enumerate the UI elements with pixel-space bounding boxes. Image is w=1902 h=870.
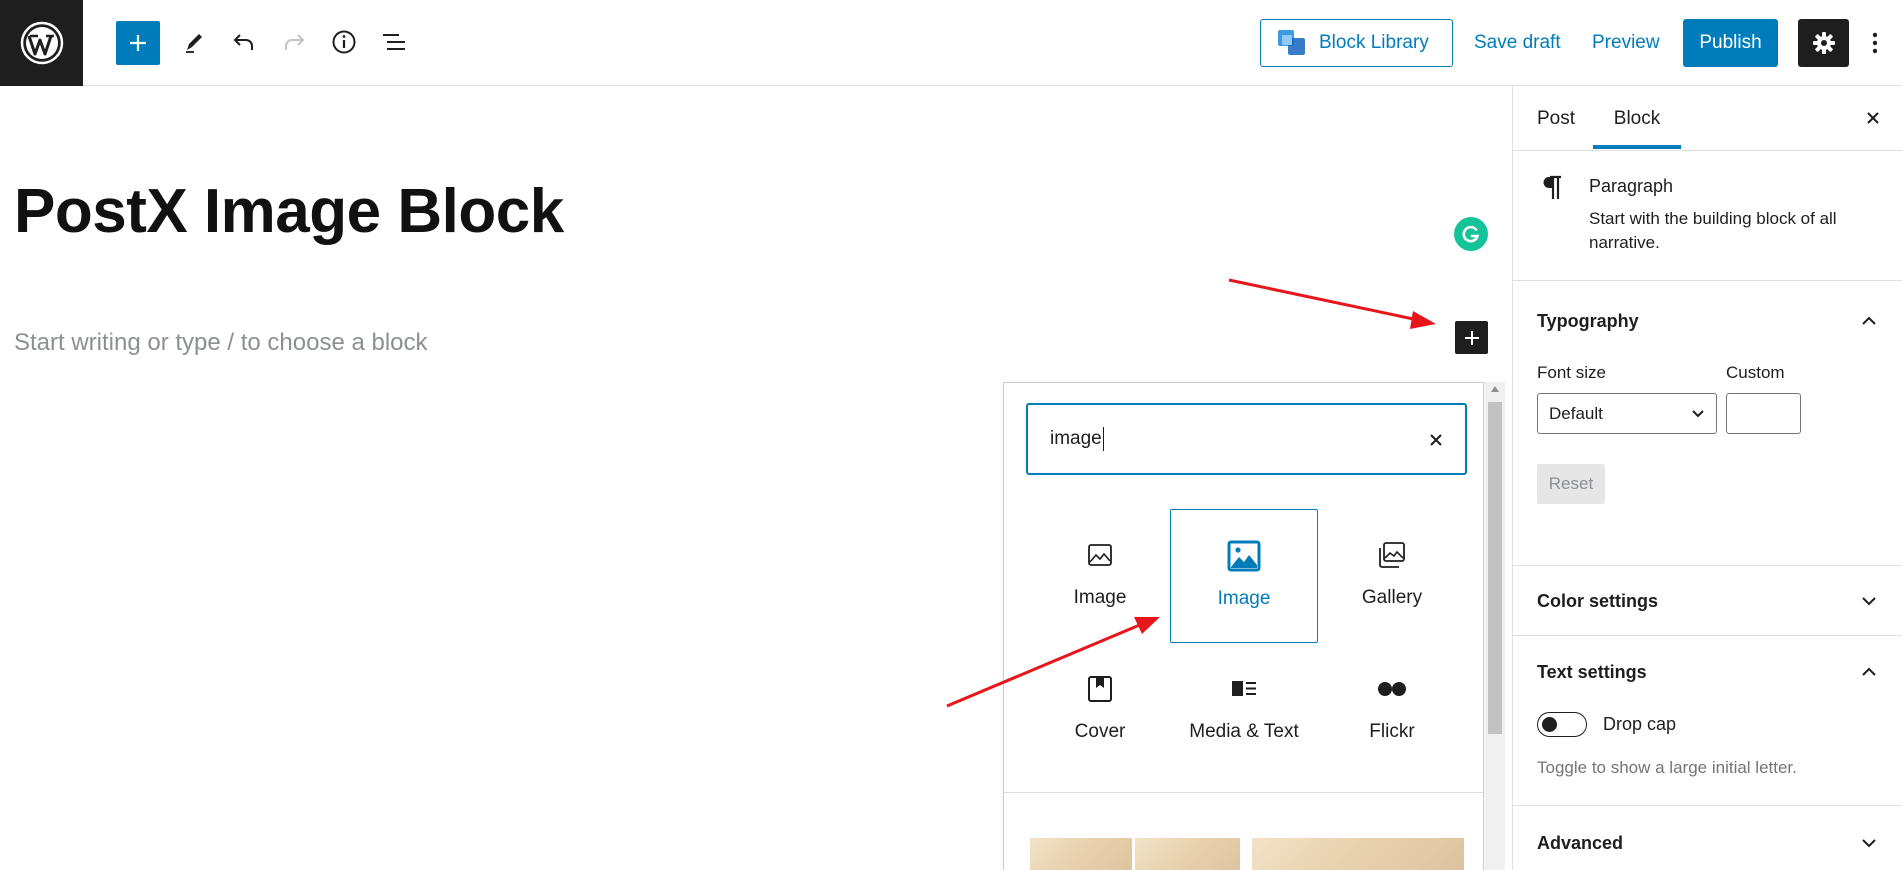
pattern-preview-thumbnail[interactable]: [1252, 838, 1464, 870]
block-library-icon: [1278, 30, 1305, 55]
tab-block[interactable]: Block: [1593, 86, 1681, 151]
drop-cap-help: Toggle to show a large initial letter.: [1537, 758, 1797, 777]
publish-button[interactable]: Publish: [1683, 19, 1778, 67]
list-view-icon: [383, 34, 405, 50]
chevron-down-icon[interactable]: [1861, 838, 1877, 848]
block-option-media-text[interactable]: Media & Text: [1170, 643, 1318, 777]
drop-cap-toggle[interactable]: [1537, 712, 1587, 737]
more-vertical-icon: [1872, 32, 1878, 54]
text-settings-panel: Text settings Drop cap Toggle to show a …: [1513, 636, 1902, 806]
post-title[interactable]: PostX Image Block: [14, 177, 564, 246]
inserter-scrollbar[interactable]: [1485, 382, 1505, 870]
list-view-button[interactable]: [372, 20, 416, 64]
options-menu-button[interactable]: [1862, 19, 1888, 67]
settings-sidebar: Post Block Paragraph Start with the buil…: [1512, 86, 1902, 870]
block-option-label: Flickr: [1369, 721, 1415, 742]
font-size-select-value: Default: [1549, 403, 1603, 423]
block-option-label: Image: [1217, 588, 1271, 609]
editor-header: Block Library Save draft Preview Publish: [0, 0, 1902, 86]
gear-icon: [1812, 32, 1835, 54]
paragraph-placeholder[interactable]: Start writing or type / to choose a bloc…: [14, 329, 428, 357]
paragraph-icon: [1543, 175, 1561, 199]
active-tab-indicator: [1593, 145, 1681, 149]
annotation-arrow-icon: [1228, 278, 1436, 329]
block-inserter-toggle-button[interactable]: [116, 21, 160, 65]
details-button[interactable]: [322, 20, 366, 64]
custom-size-input[interactable]: [1726, 393, 1801, 434]
block-option-label: Media & Text: [1189, 721, 1299, 742]
preview-button[interactable]: Preview: [1592, 19, 1660, 67]
block-option-image[interactable]: Image: [1026, 509, 1174, 643]
settings-button[interactable]: [1798, 19, 1849, 67]
close-sidebar-button[interactable]: [1859, 104, 1887, 132]
advanced-panel-toggle[interactable]: Advanced: [1537, 833, 1623, 854]
undo-button[interactable]: [222, 20, 266, 64]
block-option-cover[interactable]: Cover: [1026, 643, 1174, 777]
image-icon: [1088, 544, 1112, 566]
plus-icon: [1464, 330, 1479, 345]
block-inserter-popover: image Image Image Gallery Cover Media & …: [1003, 382, 1484, 870]
block-library-label: Block Library: [1319, 32, 1429, 53]
wordpress-logo[interactable]: [0, 0, 83, 86]
redo-icon: [285, 34, 305, 50]
drop-cap-label: Drop cap: [1603, 714, 1677, 734]
block-option-label: Image: [1073, 587, 1127, 608]
advanced-panel: Advanced: [1513, 806, 1902, 870]
toggle-knob: [1542, 717, 1557, 732]
font-size-select[interactable]: Default: [1537, 393, 1717, 434]
typography-panel: Typography Font size Custom Default Rese…: [1513, 281, 1902, 566]
close-icon: [1430, 434, 1442, 446]
gallery-icon: [1379, 542, 1405, 568]
chevron-up-icon[interactable]: [1861, 316, 1877, 326]
block-option-label: Cover: [1074, 721, 1126, 742]
tools-button[interactable]: [172, 20, 216, 64]
grammarly-icon: [1462, 225, 1480, 243]
pencil-icon: [186, 34, 202, 53]
typography-panel-toggle[interactable]: Typography: [1537, 311, 1639, 332]
block-card: Paragraph Start with the building block …: [1513, 151, 1902, 281]
pattern-preview-thumbnail[interactable]: [1135, 838, 1240, 870]
undo-icon: [233, 34, 253, 50]
redo-button[interactable]: [272, 20, 316, 64]
text-settings-toggle[interactable]: Text settings: [1537, 662, 1647, 683]
inline-inserter-button[interactable]: [1455, 321, 1488, 354]
block-option-label: Gallery: [1361, 587, 1423, 608]
chevron-up-icon[interactable]: [1861, 667, 1877, 677]
close-icon: [1867, 112, 1879, 124]
image-icon: [1227, 540, 1261, 572]
block-card-description: Start with the building block of all nar…: [1589, 209, 1837, 252]
block-option-gallery[interactable]: Gallery: [1318, 509, 1466, 643]
block-option-flickr[interactable]: Flickr: [1318, 643, 1466, 777]
block-library-button[interactable]: Block Library: [1260, 19, 1453, 67]
save-draft-button[interactable]: Save draft: [1474, 19, 1561, 67]
wordpress-icon: [20, 21, 63, 65]
grammarly-button[interactable]: [1454, 217, 1488, 251]
block-option-image-selected[interactable]: Image: [1170, 509, 1318, 643]
color-settings-panel: Color settings: [1513, 566, 1902, 636]
custom-size-label: Custom: [1726, 363, 1785, 382]
cover-icon: [1088, 676, 1112, 702]
scrollbar-thumb[interactable]: [1488, 402, 1502, 734]
plus-icon: [130, 35, 146, 51]
pattern-preview-thumbnail[interactable]: [1030, 838, 1132, 870]
tab-post[interactable]: Post: [1537, 86, 1575, 151]
media-text-icon: [1232, 681, 1256, 696]
color-settings-toggle[interactable]: Color settings: [1537, 591, 1658, 612]
inserter-divider: [1004, 792, 1483, 793]
sidebar-tabs: Post Block: [1513, 86, 1902, 151]
scroll-up-arrow-icon[interactable]: [1491, 386, 1499, 392]
font-size-label: Font size: [1537, 363, 1606, 382]
block-card-title: Paragraph: [1589, 176, 1674, 196]
block-search-input[interactable]: image: [1026, 403, 1467, 475]
flickr-icon: [1378, 682, 1406, 696]
chevron-down-icon[interactable]: [1861, 596, 1877, 606]
chevron-down-icon: [1692, 410, 1704, 418]
clear-search-button[interactable]: [1421, 425, 1451, 455]
text-caret: [1102, 427, 1105, 451]
info-icon: [332, 30, 356, 54]
search-input-value: image: [1050, 428, 1102, 449]
reset-button[interactable]: Reset: [1537, 464, 1605, 504]
